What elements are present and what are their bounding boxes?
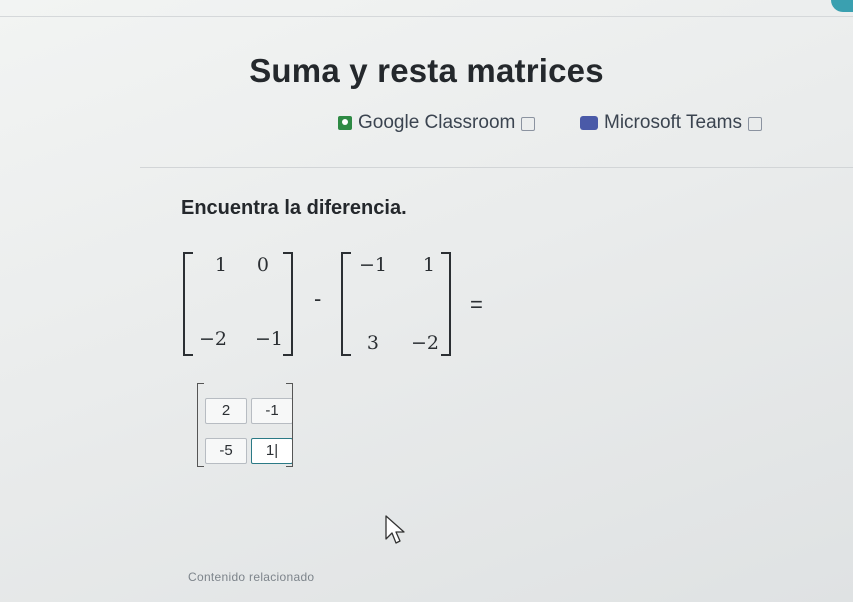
answer-left-bracket [197,383,204,467]
matrix-a-left-bracket [183,252,193,356]
matrix-a-cell: −2 [198,328,227,350]
minus-operator: - [314,286,322,311]
mouse-pointer-icon [385,515,405,544]
answer-input-r2c1[interactable]: -5 [205,438,247,464]
page-title: Suma y resta matrices [249,52,604,89]
microsoft-teams-icon [580,116,598,130]
microsoft-teams-link[interactable]: Microsoft Teams [580,112,762,134]
google-classroom-label: Google Classroom [358,112,516,133]
matrix-a: 1 0 −2 −1 [183,250,298,360]
matrix-b-left-bracket [341,252,351,356]
corner-accent [831,0,853,12]
external-link-icon [747,117,762,131]
answer-matrix: 2 -1 -5 1| [197,383,293,467]
answer-right-bracket [286,383,293,467]
external-link-icon [521,117,536,131]
matrix-a-cell: −1 [254,328,283,350]
section-divider [140,167,853,168]
matrix-a-right-bracket [283,252,293,356]
matrix-b: −1 1 3 −2 [341,250,456,360]
matrix-a-cell: 0 [256,254,269,276]
equals-sign: = [470,292,483,317]
top-divider [0,16,853,17]
matrix-b-cell: −2 [410,332,439,354]
microsoft-teams-label: Microsoft Teams [604,112,742,133]
matrix-a-cell: 1 [214,254,227,276]
related-content-label: Contenido relacionado [188,570,315,584]
google-classroom-icon [338,116,352,130]
answer-input-r1c1[interactable]: 2 [205,398,247,424]
matrix-b-cell: 3 [366,332,379,354]
exercise-prompt: Encuentra la diferencia. [181,197,407,219]
matrix-b-cell: 1 [422,254,435,276]
google-classroom-link[interactable]: Google Classroom [338,112,536,134]
matrix-b-right-bracket [441,252,451,356]
matrix-b-cell: −1 [358,254,387,276]
